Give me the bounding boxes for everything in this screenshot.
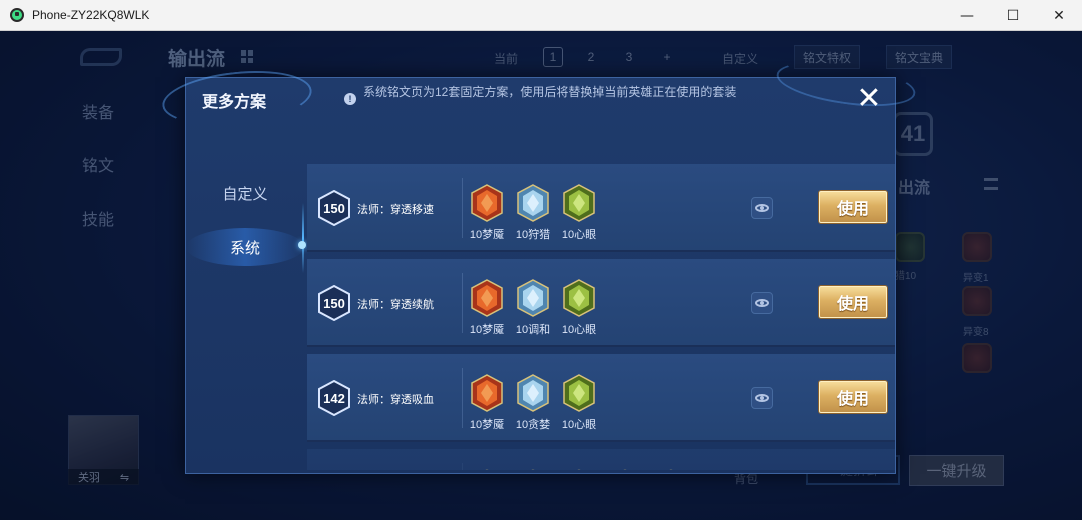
use-button[interactable]: 使用 (819, 286, 887, 318)
tab-system-label: 系统 (229, 239, 260, 257)
window-controls: — ☐ ✕ (944, 0, 1082, 31)
rune-slot[interactable] (559, 469, 599, 470)
rune-slot[interactable]: 10梦魇 (467, 279, 507, 336)
info-icon: ! (344, 93, 356, 105)
plan-row[interactable]: 150 法师：穿透续航 10梦魇 10调和 10心眼 使用 (307, 259, 895, 347)
rune-slot[interactable]: 10狩猎 (513, 184, 553, 241)
maximize-button[interactable]: ☐ (990, 0, 1036, 31)
level-value: 142 (323, 390, 345, 406)
rune-slot[interactable] (605, 469, 645, 470)
tab-custom[interactable]: 自定义 (186, 174, 304, 212)
level-badge: 142 (317, 380, 351, 416)
rune-label: 10心眼 (561, 324, 597, 336)
plan-name: 法师：穿透移速 (357, 204, 434, 216)
level-badge: 150 (317, 190, 351, 226)
game-viewport: 输出流 装备 铭文 技能 当前 1 2 3 + 自定义 铭文特权 铭文宝典 41… (0, 31, 1082, 520)
rune-label: 10贪婪 (515, 419, 551, 431)
rune-label: 10梦魇 (469, 324, 505, 336)
minimize-button[interactable]: — (944, 0, 990, 31)
more-plans-dialog: 更多方案 ! 系统铭文页为12套固定方案，使用后将替换掉当前英雄正在使用的套装 … (159, 54, 919, 474)
rune-label: 10调和 (515, 324, 551, 336)
rune-slot[interactable]: 10心眼 (559, 374, 599, 431)
preview-eye-icon[interactable] (751, 292, 773, 314)
tab-indicator-line (302, 203, 304, 273)
rune-slot[interactable]: 10调和 (513, 279, 553, 336)
plan-row[interactable]: 使用 (307, 449, 895, 470)
rune-slot[interactable] (467, 469, 507, 470)
dialog-notice: 系统铭文页为12套固定方案，使用后将替换掉当前英雄正在使用的套装 (363, 85, 737, 99)
plan-name: 法师：穿透续航 (357, 299, 434, 311)
rune-slot[interactable] (513, 469, 553, 470)
close-window-button[interactable]: ✕ (1036, 0, 1082, 31)
rune-label: 10梦魇 (469, 229, 505, 241)
window-titlebar: Phone-ZY22KQ8WLK — ☐ ✕ (0, 0, 1082, 31)
tab-system[interactable]: 系统 (186, 228, 304, 266)
dialog-header: 更多方案 ! 系统铭文页为12套固定方案，使用后将替换掉当前英雄正在使用的套装 … (159, 54, 919, 132)
tab-indicator-dot (298, 241, 306, 249)
dialog-title: 更多方案 (202, 94, 267, 111)
plan-row[interactable]: 150 法师：穿透移速 10梦魇 10狩猎 10心眼 使用 (307, 164, 895, 252)
divider (462, 463, 463, 470)
rune-slot[interactable]: 10心眼 (559, 279, 599, 336)
window-title: Phone-ZY22KQ8WLK (32, 8, 150, 22)
use-button[interactable]: 使用 (819, 381, 887, 413)
plan-row[interactable]: 142 法师：穿透吸血 10梦魇 10贪婪 10心眼 使用 (307, 354, 895, 442)
rune-slot[interactable] (651, 469, 691, 470)
level-value: 150 (323, 295, 345, 311)
use-button[interactable]: 使用 (819, 191, 887, 223)
preview-eye-icon[interactable] (751, 387, 773, 409)
level-value: 150 (323, 200, 345, 216)
rune-slot[interactable]: 10贪婪 (513, 374, 553, 431)
rune-slot[interactable]: 10心眼 (559, 184, 599, 241)
rune-label: 10梦魇 (469, 419, 505, 431)
rune-label: 10心眼 (561, 419, 597, 431)
rune-label: 10狩猎 (515, 229, 551, 241)
android-icon (10, 8, 24, 22)
plan-list[interactable]: 150 法师：穿透移速 10梦魇 10狩猎 10心眼 使用 150 法师：穿透续航 10梦魇 10… (307, 164, 895, 470)
preview-eye-icon[interactable] (751, 197, 773, 219)
rune-label: 10心眼 (561, 229, 597, 241)
rune-slot[interactable]: 10梦魇 (467, 374, 507, 431)
tab-custom-label: 自定义 (222, 185, 268, 203)
plan-name: 法师：穿透吸血 (357, 394, 434, 406)
close-icon[interactable]: ✕ (854, 84, 884, 115)
rune-slot[interactable]: 10梦魇 (467, 184, 507, 241)
level-badge: 150 (317, 285, 351, 321)
